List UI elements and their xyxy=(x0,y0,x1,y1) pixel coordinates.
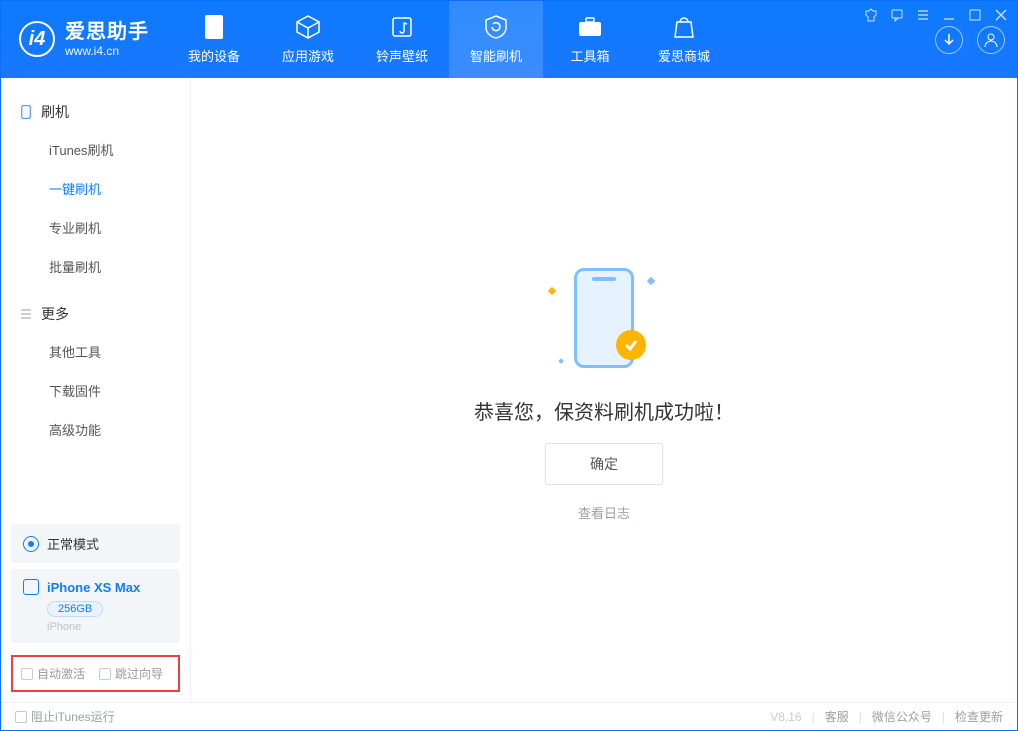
user-icon[interactable] xyxy=(977,26,1005,54)
sidebar-item-advanced[interactable]: 高级功能 xyxy=(1,410,190,449)
flash-options-highlighted: 自动激活 跳过向导 xyxy=(11,655,180,692)
nav-store[interactable]: 爱思商城 xyxy=(637,1,731,78)
checkbox-icon xyxy=(15,711,27,723)
support-link[interactable]: 客服 xyxy=(825,708,849,725)
shield-refresh-icon xyxy=(483,14,509,40)
checkbox-icon xyxy=(99,668,111,680)
checkbox-icon xyxy=(21,668,33,680)
bag-icon xyxy=(671,14,697,40)
checkbox-block-itunes[interactable]: 阻止iTunes运行 xyxy=(15,708,115,725)
sidebar-item-oneclick-flash[interactable]: 一键刷机 xyxy=(1,169,190,208)
checkbox-skip-guide[interactable]: 跳过向导 xyxy=(99,665,163,682)
check-badge-icon xyxy=(616,330,646,360)
app-logo: i4 爱思助手 www.i4.cn xyxy=(1,20,167,58)
device-name: iPhone XS Max xyxy=(47,580,140,595)
music-icon xyxy=(389,14,415,40)
feedback-icon[interactable] xyxy=(889,7,905,23)
maximize-icon[interactable] xyxy=(967,7,983,23)
phone-outline-icon xyxy=(19,105,33,119)
app-header: i4 爱思助手 www.i4.cn 我的设备 应用游戏 铃声壁纸 智能刷机 工具… xyxy=(1,1,1017,78)
wechat-link[interactable]: 微信公众号 xyxy=(872,708,932,725)
close-icon[interactable] xyxy=(993,7,1009,23)
sidebar-item-batch-flash[interactable]: 批量刷机 xyxy=(1,247,190,286)
nav-smart-flash[interactable]: 智能刷机 xyxy=(449,1,543,78)
check-update-link[interactable]: 检查更新 xyxy=(955,708,1003,725)
minimize-icon[interactable] xyxy=(941,7,957,23)
app-name: 爱思助手 xyxy=(65,20,149,44)
device-icon xyxy=(201,14,227,40)
cube-icon xyxy=(295,14,321,40)
success-illustration xyxy=(544,258,664,378)
main-content: 恭喜您，保资料刷机成功啦！ 确定 查看日志 xyxy=(191,78,1017,702)
top-nav: 我的设备 应用游戏 铃声壁纸 智能刷机 工具箱 爱思商城 xyxy=(167,1,731,78)
status-dot-icon xyxy=(23,536,39,552)
device-panel[interactable]: iPhone XS Max 256GB iPhone xyxy=(11,569,180,643)
theme-icon[interactable] xyxy=(863,7,879,23)
sidebar-item-pro-flash[interactable]: 专业刷机 xyxy=(1,208,190,247)
toolbox-icon xyxy=(577,14,603,40)
device-storage: 256GB xyxy=(47,601,103,617)
view-log-link[interactable]: 查看日志 xyxy=(578,503,630,522)
sidebar-item-download-firmware[interactable]: 下载固件 xyxy=(1,371,190,410)
download-icon[interactable] xyxy=(935,26,963,54)
device-mode-status[interactable]: 正常模式 xyxy=(11,524,180,563)
header-right xyxy=(935,26,1005,54)
window-controls xyxy=(863,7,1009,23)
status-bar: 阻止iTunes运行 V8.16 | 客服 | 微信公众号 | 检查更新 xyxy=(1,702,1017,730)
sidebar-item-itunes-flash[interactable]: iTunes刷机 xyxy=(1,130,190,169)
version-label: V8.16 xyxy=(770,710,801,724)
device-type: iPhone xyxy=(47,621,168,633)
nav-ringtones[interactable]: 铃声壁纸 xyxy=(355,1,449,78)
sidebar-item-other-tools[interactable]: 其他工具 xyxy=(1,332,190,371)
app-url: www.i4.cn xyxy=(65,44,149,58)
menu-icon[interactable] xyxy=(915,7,931,23)
logo-icon: i4 xyxy=(19,21,55,57)
sidebar-group-flash: 刷机 xyxy=(1,94,190,130)
success-message: 恭喜您，保资料刷机成功啦！ xyxy=(474,396,734,425)
sidebar: 刷机 iTunes刷机 一键刷机 专业刷机 批量刷机 更多 其他工具 下载固件 … xyxy=(1,78,191,702)
nav-apps-games[interactable]: 应用游戏 xyxy=(261,1,355,78)
list-icon xyxy=(19,307,33,321)
checkbox-auto-activate[interactable]: 自动激活 xyxy=(21,665,85,682)
phone-icon xyxy=(23,579,39,595)
confirm-button[interactable]: 确定 xyxy=(545,443,663,485)
nav-my-device[interactable]: 我的设备 xyxy=(167,1,261,78)
nav-toolbox[interactable]: 工具箱 xyxy=(543,1,637,78)
sidebar-group-more: 更多 xyxy=(1,296,190,332)
